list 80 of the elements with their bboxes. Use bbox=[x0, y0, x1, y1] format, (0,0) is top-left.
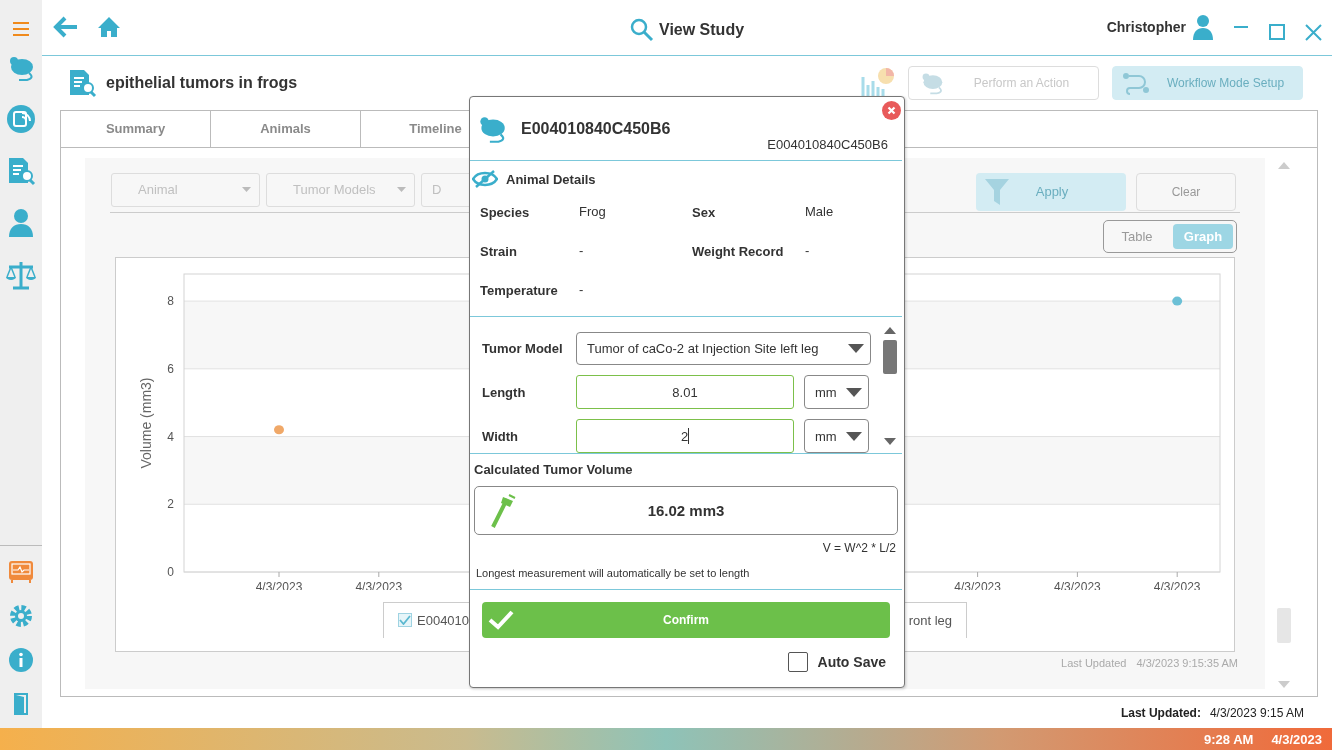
y-axis-title: Volume (mm3) bbox=[138, 377, 154, 469]
tumor-model-dropdown[interactable]: Tumor of caCo-2 at Injection Site left leg bbox=[576, 331, 871, 365]
caret-icon bbox=[846, 387, 862, 397]
maximize-icon[interactable] bbox=[1269, 24, 1285, 41]
section-title: Animal Details bbox=[506, 171, 596, 187]
checkmark-icon bbox=[488, 610, 514, 630]
field-label: Length bbox=[482, 384, 527, 400]
last-updated-label: Last Updated: bbox=[1120, 705, 1201, 720]
dialog-title: E004010840C450B6 bbox=[521, 119, 671, 138]
workflow-icon bbox=[1121, 70, 1151, 95]
detail-label: Strain bbox=[480, 243, 518, 261]
view-option[interactable]: Table bbox=[1107, 223, 1167, 249]
scroll-up-icon[interactable] bbox=[884, 327, 896, 334]
scrollbar-thumb[interactable] bbox=[883, 340, 897, 374]
back-arrow-icon[interactable] bbox=[53, 16, 79, 39]
legend-checkbox[interactable] bbox=[398, 613, 412, 628]
detail-value: Male bbox=[805, 203, 835, 221]
user-name: Christopher bbox=[1106, 19, 1186, 36]
filter-icon bbox=[984, 177, 1010, 206]
measurement-input[interactable]: 2 bbox=[576, 419, 794, 453]
door-icon[interactable] bbox=[13, 692, 29, 716]
scrollbar-thumb[interactable] bbox=[1277, 608, 1291, 644]
scroll-down-icon[interactable] bbox=[884, 438, 896, 445]
detail-label: Temperature bbox=[480, 282, 559, 300]
detail-label: Sex bbox=[692, 204, 717, 222]
field-label: Width bbox=[482, 428, 519, 444]
confirm-button[interactable]: Confirm bbox=[482, 602, 890, 638]
detail-value: Frog bbox=[579, 203, 607, 221]
last-updated-label: Last Updated bbox=[1061, 656, 1127, 669]
y-tick-label: 0 bbox=[167, 564, 174, 579]
caliper-icon bbox=[489, 492, 517, 529]
scales-icon[interactable] bbox=[5, 260, 37, 290]
monitor-icon[interactable] bbox=[8, 560, 34, 584]
unit-dropdown[interactable]: mm bbox=[804, 375, 869, 409]
eye-slash-icon[interactable] bbox=[472, 169, 498, 189]
unit-dropdown[interactable]: mm bbox=[804, 419, 869, 453]
detail-value: - bbox=[579, 281, 585, 299]
home-icon[interactable] bbox=[97, 16, 121, 39]
measurement-input[interactable]: 8.01 bbox=[576, 375, 794, 409]
y-tick-label: 6 bbox=[167, 361, 174, 376]
last-updated-value: 4/3/2023 9:15:35 AM bbox=[1136, 656, 1238, 669]
caret-icon bbox=[242, 187, 251, 193]
data-point[interactable] bbox=[1172, 296, 1183, 306]
info-icon[interactable] bbox=[9, 648, 33, 672]
dialog-subtitle: E004010840C450B6 bbox=[767, 137, 888, 152]
legend-label: ront leg bbox=[908, 612, 952, 628]
view-option[interactable]: Graph bbox=[1173, 223, 1233, 249]
auto-save-checkbox[interactable] bbox=[787, 652, 808, 672]
legend-label: E004010 bbox=[417, 612, 470, 628]
field-label: Tumor Model bbox=[482, 340, 564, 356]
taskbar-date: 4/3/2023 bbox=[1271, 731, 1322, 747]
caret-icon bbox=[846, 431, 862, 441]
person-icon[interactable] bbox=[8, 208, 34, 238]
y-tick-label: 4 bbox=[167, 429, 174, 444]
y-tick-label: 8 bbox=[167, 293, 174, 308]
detail-label: Species bbox=[480, 204, 531, 222]
user-icon[interactable] bbox=[1193, 14, 1213, 41]
y-tick-label: 2 bbox=[167, 496, 174, 511]
study-title: epithelial tumors in frogs bbox=[106, 73, 298, 92]
detail-label: Weight Record bbox=[692, 243, 785, 261]
taskbar-time: 9:28 AM bbox=[1204, 731, 1254, 747]
detail-value: - bbox=[579, 242, 585, 260]
last-updated-value: 4/3/2023 9:15 AM bbox=[1209, 705, 1304, 720]
caret-icon bbox=[397, 187, 406, 193]
volume-label: Calculated Tumor Volume bbox=[474, 462, 634, 477]
settings-icon[interactable] bbox=[9, 604, 33, 628]
document-search-icon[interactable] bbox=[6, 156, 36, 186]
search-icon bbox=[630, 18, 654, 42]
length-note: Longest measurement will automatically be set to length bbox=[475, 567, 751, 579]
data-point[interactable] bbox=[274, 424, 284, 434]
close-icon[interactable] bbox=[882, 101, 901, 120]
window-title: View Study bbox=[659, 21, 745, 39]
caret-icon bbox=[848, 343, 864, 353]
volume-formula: V = W^2 * L/2 bbox=[822, 541, 896, 555]
volume-display: 16.02 mm3 bbox=[474, 486, 898, 535]
detail-value: - bbox=[805, 242, 811, 260]
auto-save-label: Auto Save bbox=[817, 654, 886, 670]
close-icon[interactable] bbox=[1305, 24, 1322, 42]
menu-icon[interactable] bbox=[12, 22, 30, 36]
tag-reader-icon[interactable] bbox=[6, 104, 36, 134]
